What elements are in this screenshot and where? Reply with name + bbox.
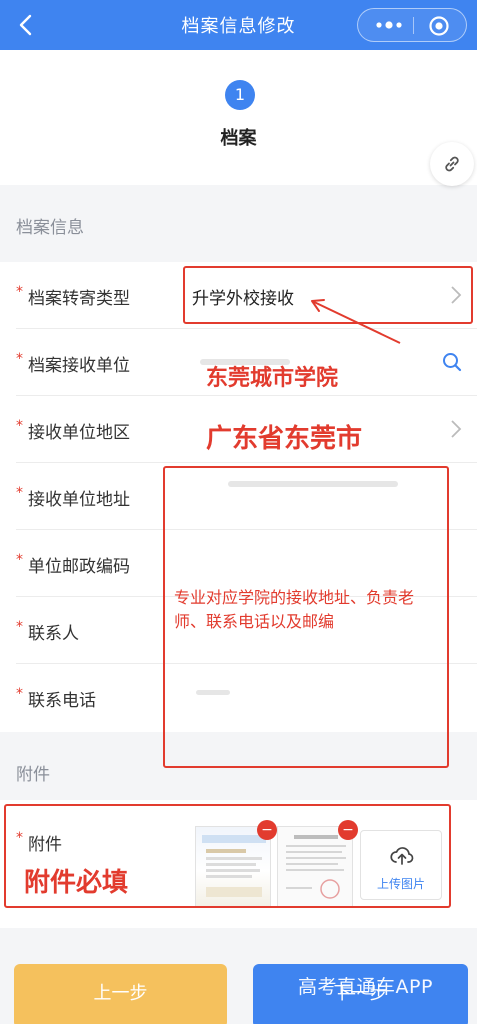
annotation-receiving-unit: 东莞城市学院 — [206, 366, 339, 391]
annotation-attachment-required: 附件必填 — [24, 868, 129, 898]
annotation-region: 广东省东莞市 — [206, 424, 363, 454]
annotation-contact-note: 专业对应学院的接收地址、负责老师、联系电话以及邮编 — [174, 588, 415, 631]
archive-edit-page: 档案信息修改 1 档案 档案信息 * 档案转寄类型 升学外校接收 * 档案接收单… — [0, 0, 477, 1024]
